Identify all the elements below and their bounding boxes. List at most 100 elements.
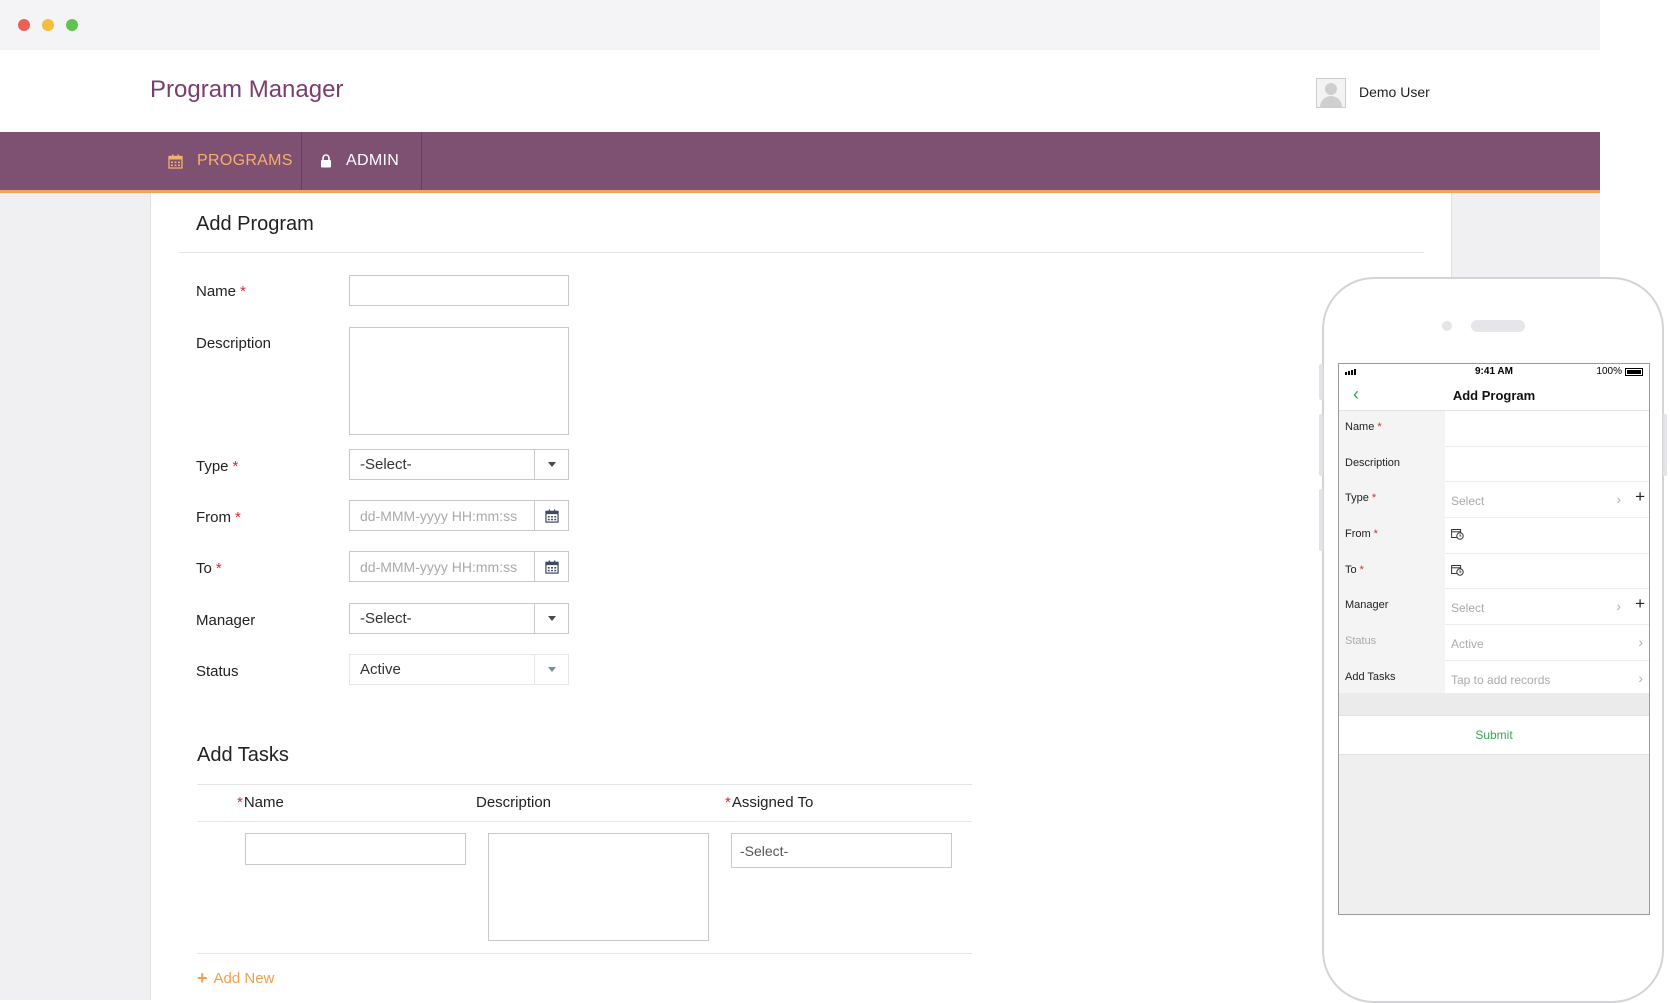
plus-icon[interactable]: + [1635, 595, 1645, 612]
mobile-submit-button[interactable]: Submit [1339, 715, 1649, 755]
name-input[interactable] [349, 275, 569, 306]
battery-indicator: 100% [1596, 366, 1643, 377]
mobile-to-field[interactable] [1445, 554, 1649, 590]
calendar-clock-icon[interactable] [1451, 528, 1464, 543]
chevron-down-icon[interactable] [534, 604, 568, 633]
mobile-row-add-tasks[interactable]: Add Tasks Tap to add records › [1339, 660, 1649, 697]
mobile-form: Name * Description Type * Select › + From * [1339, 411, 1649, 697]
type-select[interactable]: -Select- [349, 449, 569, 480]
to-date-input[interactable]: dd-MMM-yyyy HH:mm:ss [349, 551, 569, 582]
mobile-label-status: Status [1345, 635, 1377, 648]
calendar-icon[interactable] [534, 552, 568, 581]
title-divider [179, 252, 1424, 253]
task-assigned-to-value: -Select- [740, 842, 789, 859]
task-description-textarea[interactable] [488, 833, 709, 941]
mobile-add-tasks-field[interactable]: Tap to add records › [1445, 661, 1649, 697]
phone-mockup: 9:41 AM 100% ‹ Add Program Name * Descrip… [1319, 277, 1667, 1003]
tasks-header-divider [197, 821, 972, 822]
status-label: Status [196, 663, 239, 680]
nav-label-programs: PROGRAMS [197, 152, 293, 169]
status-select[interactable]: Active [349, 654, 569, 685]
description-label: Description [196, 335, 272, 352]
from-label: From * [196, 509, 241, 526]
mobile-description-field[interactable] [1445, 447, 1649, 483]
mobile-row-description[interactable]: Description [1339, 446, 1649, 483]
nav-item-admin[interactable]: ADMIN [302, 132, 422, 190]
task-name-input[interactable] [245, 833, 466, 865]
tasks-col-description: Description [476, 794, 552, 811]
mobile-row-status[interactable]: Status Active › [1339, 625, 1649, 661]
mobile-screen: 9:41 AM 100% ‹ Add Program Name * Descrip… [1338, 363, 1650, 915]
tasks-section-title: Add Tasks [197, 744, 289, 766]
nav-label-admin: ADMIN [346, 152, 400, 169]
phone-camera [1442, 321, 1452, 331]
to-label: To * [196, 560, 222, 577]
status-select-value: Active [360, 661, 401, 678]
plus-icon[interactable]: + [1635, 488, 1645, 505]
mobile-row-name[interactable]: Name * [1339, 411, 1649, 447]
user-name: Demo User [1359, 84, 1430, 100]
mobile-manager-field[interactable]: Select › + [1445, 589, 1649, 626]
calendar-clock-icon[interactable] [1451, 564, 1464, 579]
mobile-from-field[interactable] [1445, 518, 1649, 554]
calendar-icon [168, 154, 183, 169]
mobile-row-manager[interactable]: Manager Select › + [1339, 589, 1649, 626]
from-date-input[interactable]: dd-MMM-yyyy HH:mm:ss [349, 500, 569, 531]
tasks-top-divider [197, 784, 972, 785]
type-label: Type * [196, 458, 239, 475]
mobile-manager-value: Select [1451, 601, 1485, 616]
mobile-nav-bar: ‹ Add Program [1339, 379, 1649, 411]
chevron-right-icon: › [1638, 634, 1643, 651]
tasks-bottom-divider [197, 953, 972, 954]
main-nav: PROGRAMS ADMIN [0, 132, 1600, 193]
mobile-label-name: Name * [1345, 421, 1382, 433]
app-header: Program Manager Demo User [0, 50, 1600, 132]
tasks-col-assigned-to: *Assigned To [725, 794, 814, 811]
phone-volume-button [1319, 414, 1323, 476]
mobile-label-from: From * [1345, 528, 1378, 541]
mobile-status-bar: 9:41 AM 100% [1339, 364, 1649, 379]
page-title: Add Program [196, 213, 314, 235]
mobile-add-tasks-value: Tap to add records [1451, 672, 1551, 687]
manager-label: Manager [196, 612, 256, 629]
plus-icon: + [197, 968, 208, 988]
chevron-right-icon: › [1616, 491, 1621, 508]
mobile-type-field[interactable]: Select › + [1445, 482, 1649, 519]
phone-speaker [1471, 320, 1525, 332]
close-window-button[interactable] [18, 19, 30, 31]
calendar-icon[interactable] [534, 501, 568, 530]
phone-power-button [1663, 414, 1667, 476]
to-date-placeholder: dd-MMM-yyyy HH:mm:ss [360, 558, 518, 575]
type-select-value: -Select- [360, 456, 412, 473]
mobile-status-value: Active [1451, 637, 1484, 652]
mobile-row-from[interactable]: From * [1339, 518, 1649, 554]
chevron-right-icon: › [1638, 669, 1643, 686]
minimize-window-button[interactable] [42, 19, 54, 31]
mobile-status-field[interactable]: Active › [1445, 625, 1649, 661]
add-program-card: Add Program Name * Description Type * -Sel… [150, 193, 1452, 1000]
name-label: Name * [196, 283, 246, 300]
lock-icon [320, 154, 332, 168]
maximize-window-button[interactable] [66, 19, 78, 31]
mobile-label-to: To * [1345, 563, 1364, 576]
mobile-type-value: Select [1451, 494, 1485, 509]
chevron-right-icon: › [1616, 598, 1621, 615]
tasks-col-name: *Name [237, 794, 284, 811]
add-new-label: Add New [213, 969, 275, 987]
task-assigned-to-select[interactable]: -Select- [731, 833, 952, 868]
chevron-down-icon[interactable] [534, 655, 568, 684]
description-textarea[interactable] [349, 327, 569, 435]
mobile-label-type: Type * [1345, 492, 1377, 505]
chevron-down-icon[interactable] [534, 450, 568, 479]
phone-volume-button [1319, 364, 1323, 400]
manager-select[interactable]: -Select- [349, 603, 569, 634]
nav-item-programs[interactable]: PROGRAMS [150, 132, 302, 190]
mobile-name-field[interactable] [1445, 411, 1649, 447]
mobile-row-to[interactable]: To * [1339, 553, 1649, 590]
manager-select-value: -Select- [360, 610, 412, 627]
battery-icon [1625, 367, 1643, 376]
add-new-task-button[interactable]: + Add New [197, 969, 274, 987]
mobile-row-type[interactable]: Type * Select › + [1339, 482, 1649, 519]
app-title: Program Manager [150, 76, 344, 103]
battery-percent: 100% [1596, 366, 1622, 377]
